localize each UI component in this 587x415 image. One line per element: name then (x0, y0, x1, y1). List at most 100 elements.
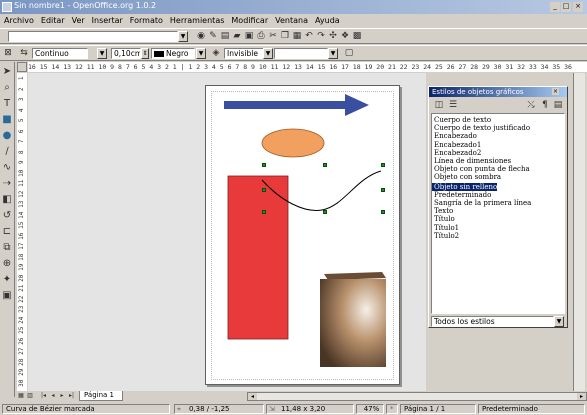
url-dropdown-button[interactable]: ▼ (178, 31, 188, 42)
area-fill-select[interactable] (274, 48, 328, 59)
style-item-selected[interactable]: Objeto sin relleno (432, 182, 498, 191)
style-item[interactable]: Encabezado (432, 132, 564, 140)
arrow-icon[interactable]: ➤ (1, 66, 13, 78)
menu-editar[interactable]: Editar (41, 14, 65, 27)
close-icon[interactable]: × (573, 2, 583, 12)
graphic-styles-icon[interactable]: ◫ (433, 99, 445, 111)
edit-file-icon[interactable]: ✎ (207, 30, 219, 42)
area-icon[interactable]: ◈ (210, 47, 222, 59)
menu-modificar[interactable]: Modificar (231, 14, 268, 27)
first-page-icon[interactable]: |◂ (39, 391, 48, 401)
master-view-icon[interactable]: ▥ (26, 391, 34, 401)
selection-handle[interactable] (262, 210, 266, 214)
ellipse-icon[interactable]: ● (1, 130, 13, 142)
selection-handle[interactable] (262, 188, 266, 192)
next-page-icon[interactable]: ▸ (58, 391, 66, 401)
stop-icon[interactable]: ◉ (195, 30, 207, 42)
new-document-icon[interactable]: ▤ (219, 30, 231, 42)
menu-ver[interactable]: Ver (72, 14, 85, 27)
drawing-area[interactable] (28, 73, 426, 391)
minimize-icon[interactable]: _ (550, 2, 560, 12)
selection-handle[interactable] (323, 163, 327, 167)
last-page-icon[interactable]: ▸| (67, 391, 76, 401)
stylist-icon[interactable]: ❖ (339, 30, 351, 42)
style-item[interactable]: Línea de dimensiones (432, 157, 564, 165)
scroll-left-icon[interactable]: ◂ (248, 393, 257, 400)
page-view-icon[interactable]: ▦ (17, 391, 25, 401)
menu-herramientas[interactable]: Herramientas (170, 14, 225, 27)
arrange-icon[interactable]: ⧉ (1, 242, 13, 254)
selection-handle[interactable] (381, 210, 385, 214)
save-icon[interactable]: ▣ (243, 30, 255, 42)
status-zoom[interactable]: 47% (356, 404, 384, 414)
redo-icon[interactable]: ↷ (315, 30, 327, 42)
panel-close-icon[interactable]: × (552, 88, 559, 95)
area-fill-dropdown[interactable]: ▼ (328, 48, 338, 59)
style-item[interactable]: Título (432, 215, 564, 223)
align-icon[interactable]: ⊏ (1, 226, 13, 238)
line-ends-icon[interactable]: ⇆ (18, 47, 30, 59)
3d-objects-icon[interactable]: ▣ (1, 290, 13, 302)
style-item[interactable]: Cuerpo de texto justificado (432, 124, 564, 132)
curve-icon[interactable]: ∿ (1, 162, 13, 174)
insert-icon[interactable]: ⊕ (1, 258, 13, 270)
paste-icon[interactable]: ▦ (291, 30, 303, 42)
selection-handle[interactable] (381, 188, 385, 192)
scroll-right-icon[interactable]: ▸ (577, 393, 586, 400)
style-item[interactable]: Cuerpo de texto (432, 116, 564, 124)
line-color-dropdown[interactable]: ▼ (196, 48, 206, 59)
copy-icon[interactable]: ❐ (279, 30, 291, 42)
horizontal-scrollbar[interactable]: ◂ ▸ (247, 392, 587, 401)
shadow-icon[interactable]: ▢ (343, 47, 355, 59)
cut-icon[interactable]: ✂ (267, 30, 279, 42)
selection-handle[interactable] (262, 163, 266, 167)
line-width-field[interactable]: 0,10cm (111, 48, 141, 59)
tab-pagina-1[interactable]: Página 1 (79, 391, 123, 401)
line-icon[interactable]: ∕ (1, 146, 13, 158)
zoom-icon[interactable]: ⌕ (1, 82, 13, 94)
line-style-select[interactable]: Continuo (32, 48, 88, 59)
line-properties-icon[interactable]: ⊠ (2, 47, 14, 59)
print-icon[interactable]: ⎙ (255, 30, 267, 42)
style-item[interactable]: Encabezado2 (432, 149, 564, 157)
style-item[interactable]: Predeterminado (432, 191, 564, 199)
effects-icon[interactable]: ✦ (1, 274, 13, 286)
open-icon[interactable]: ▰ (231, 30, 243, 42)
connector-icon[interactable]: ⇢ (1, 178, 13, 190)
rectangle-icon[interactable]: ■ (1, 114, 13, 126)
area-style-dropdown[interactable]: ▼ (263, 48, 273, 59)
selection-handle[interactable] (381, 163, 385, 167)
fill-format-icon[interactable]: ⤯ (525, 99, 537, 111)
maximize-icon[interactable]: □ (561, 2, 571, 12)
rotate-icon[interactable]: ↺ (1, 210, 13, 222)
text-icon[interactable]: T (1, 98, 13, 110)
area-style-select[interactable]: Invisible (224, 48, 264, 59)
prev-page-icon[interactable]: ◂ (49, 391, 57, 401)
update-style-icon[interactable]: ▤ (552, 99, 564, 111)
line-color-select[interactable]: Negro (151, 48, 195, 59)
selection-handle[interactable] (323, 210, 327, 214)
style-filter-select[interactable]: Todos los estilos (431, 316, 554, 327)
cube-icon[interactable]: ◧ (1, 194, 13, 206)
style-item[interactable]: Texto (432, 207, 564, 215)
url-field[interactable] (8, 31, 178, 42)
style-item[interactable]: Encabezado1 (432, 141, 564, 149)
style-item[interactable]: Sangría de la primera línea (432, 199, 564, 207)
style-item[interactable]: Título2 (432, 232, 564, 240)
style-item[interactable]: Título1 (432, 224, 564, 232)
navigator-icon[interactable]: ✣ (327, 30, 339, 42)
line-style-dropdown[interactable]: ▼ (97, 48, 107, 59)
menu-insertar[interactable]: Insertar (92, 14, 123, 27)
menu-formato[interactable]: Formato (130, 14, 163, 27)
style-item[interactable]: Objeto con sombra (432, 173, 564, 181)
style-filter-dropdown[interactable]: ▼ (554, 316, 564, 327)
menu-ayuda[interactable]: Ayuda (315, 14, 340, 27)
vertical-scrollbar[interactable] (573, 73, 585, 391)
line-width-spin[interactable]: ⇕ (141, 48, 149, 59)
menu-ventana[interactable]: Ventana (275, 14, 308, 27)
gallery-icon[interactable]: ▩ (351, 30, 363, 42)
custom-styles-icon[interactable]: ☰ (447, 99, 459, 111)
style-item[interactable]: Objeto con punta de flecha (432, 165, 564, 173)
undo-icon[interactable]: ↶ (303, 30, 315, 42)
new-style-icon[interactable]: ¶ (539, 99, 551, 111)
